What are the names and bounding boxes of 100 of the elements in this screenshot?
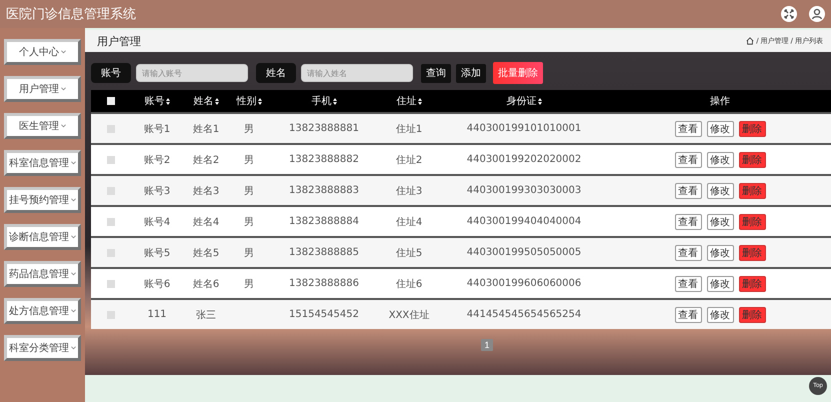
- table-cell-text: 住址1: [396, 122, 422, 136]
- row-action-button[interactable]: 修改: [706, 120, 734, 136]
- sidebar-item[interactable]: 处方信息管理: [4, 298, 81, 324]
- row-action-button[interactable]: 修改: [706, 214, 734, 230]
- caret-icon: [61, 124, 66, 128]
- action-button[interactable]: 批量删除: [493, 62, 543, 84]
- table-cell-text: 男: [244, 154, 254, 166]
- row-action-button[interactable]: 删除: [738, 120, 766, 136]
- table-cell-text: 住址6: [396, 278, 422, 290]
- row-action-button[interactable]: 查看: [674, 120, 702, 136]
- table-cell-text: 账号5: [144, 246, 170, 260]
- table-cell: 15154545452: [289, 309, 359, 320]
- table-cell-text: 姓名5: [192, 246, 220, 260]
- caret-icon: [61, 50, 66, 54]
- page-button[interactable]: 1: [481, 339, 493, 351]
- table-cell: 13823888882: [289, 154, 359, 165]
- row-action-button[interactable]: 查看: [674, 276, 702, 292]
- table-cell-text: XXX住址: [388, 308, 430, 322]
- row-action-button[interactable]: 查看: [674, 244, 702, 260]
- sidebar-item[interactable]: 药品信息管理: [4, 261, 81, 287]
- sort-icon[interactable]: [538, 98, 542, 104]
- row-action-button[interactable]: 修改: [706, 244, 734, 260]
- sidebar-item[interactable]: 诊断信息管理: [4, 224, 81, 250]
- sidebar-item[interactable]: 挂号预约管理: [4, 187, 81, 213]
- table-cell-text: 住址2: [396, 154, 422, 166]
- column-header[interactable]: 住址: [396, 94, 416, 108]
- column-header[interactable]: 姓名: [194, 94, 214, 108]
- table-cell: 13823888883: [289, 185, 359, 196]
- row-checkbox[interactable]: [107, 186, 115, 194]
- home-icon[interactable]: [746, 37, 754, 45]
- table-cell-text: 住址3: [396, 184, 422, 198]
- caret-icon: [61, 87, 66, 91]
- table-cell: 13823888885: [289, 247, 359, 258]
- column-header[interactable]: 手机: [312, 94, 332, 108]
- row-checkbox[interactable]: [107, 124, 115, 132]
- row-action-button[interactable]: 删除: [738, 152, 766, 168]
- search-field[interactable]: 请输入账号: [136, 64, 248, 82]
- table-cell-text: 住址5: [396, 246, 422, 260]
- column-header[interactable]: 身份证: [506, 94, 536, 108]
- column-header[interactable]: 性别: [236, 94, 256, 108]
- table-cell: 13823888886: [289, 278, 359, 289]
- row-action-button[interactable]: 修改: [706, 182, 734, 198]
- row-action-button[interactable]: 删除: [738, 214, 766, 230]
- table-cell-text: 男: [244, 278, 254, 290]
- table-cell-text: 姓名1: [192, 122, 220, 136]
- sidebar-item[interactable]: 科室信息管理: [4, 150, 81, 176]
- table-cell-text: 账号2: [144, 154, 170, 166]
- sidebar-item[interactable]: 个人中心: [4, 39, 81, 65]
- sort-icon[interactable]: [258, 98, 262, 104]
- table-cell: 440300199404040004: [466, 216, 582, 227]
- table-cell: 441454545654565254: [466, 309, 582, 320]
- row-action-button[interactable]: 修改: [706, 152, 734, 168]
- caret-icon: [71, 272, 76, 276]
- action-button[interactable]: 添加: [456, 64, 486, 82]
- sort-icon[interactable]: [332, 98, 336, 104]
- sidebar-item[interactable]: 用户管理: [4, 76, 81, 102]
- action-button[interactable]: 查询: [421, 64, 451, 82]
- table-cell-text: 男: [244, 246, 254, 260]
- row-checkbox[interactable]: [107, 310, 115, 318]
- row-action-button[interactable]: 查看: [674, 306, 702, 322]
- table-cell: 13823888881: [289, 123, 359, 134]
- table-cell-text: 男: [244, 122, 254, 136]
- row-checkbox[interactable]: [107, 218, 115, 226]
- sort-icon[interactable]: [166, 98, 170, 104]
- caret-icon: [71, 161, 76, 165]
- column-header[interactable]: 账号: [144, 94, 164, 108]
- table-cell: 440300199303030003: [466, 185, 582, 196]
- table-cell-text: 张三: [196, 308, 216, 322]
- row-action-button[interactable]: 删除: [738, 306, 766, 322]
- row-checkbox[interactable]: [107, 280, 115, 288]
- row-action-button[interactable]: 查看: [674, 152, 702, 168]
- caret-icon: [71, 198, 76, 202]
- table-cell-text: 男: [244, 216, 254, 228]
- row-action-button[interactable]: 删除: [738, 182, 766, 198]
- table-cell-text: 姓名3: [192, 184, 220, 198]
- field-label: 姓名: [256, 63, 296, 83]
- table-cell-text: 姓名6: [192, 278, 220, 290]
- sort-icon[interactable]: [214, 98, 218, 104]
- table-cell-text: 姓名4: [192, 216, 220, 228]
- row-action-button[interactable]: 查看: [674, 182, 702, 198]
- user-icon[interactable]: [809, 6, 825, 22]
- app-title: 医院门诊信息管理系统: [6, 6, 136, 23]
- row-action-button[interactable]: 修改: [706, 276, 734, 292]
- sidebar-item[interactable]: 医生管理: [4, 113, 81, 139]
- page-title: 用户管理: [97, 34, 141, 48]
- table-cell-text: 账号6: [144, 278, 170, 290]
- sidebar-item[interactable]: 科室分类管理: [4, 335, 81, 361]
- sort-icon[interactable]: [418, 98, 422, 104]
- fullscreen-icon[interactable]: [781, 6, 797, 22]
- table-cell: 440300199101010001: [466, 123, 582, 134]
- row-action-button[interactable]: 删除: [738, 244, 766, 260]
- select-all-checkbox[interactable]: [107, 97, 115, 105]
- table-cell: 440300199505050005: [466, 247, 582, 258]
- table-cell-text: 账号3: [144, 184, 170, 198]
- row-checkbox[interactable]: [107, 248, 115, 256]
- search-field[interactable]: 请输入姓名: [301, 64, 413, 82]
- row-action-button[interactable]: 修改: [706, 306, 734, 322]
- row-checkbox[interactable]: [107, 156, 115, 164]
- row-action-button[interactable]: 删除: [738, 276, 766, 292]
- row-action-button[interactable]: 查看: [674, 214, 702, 230]
